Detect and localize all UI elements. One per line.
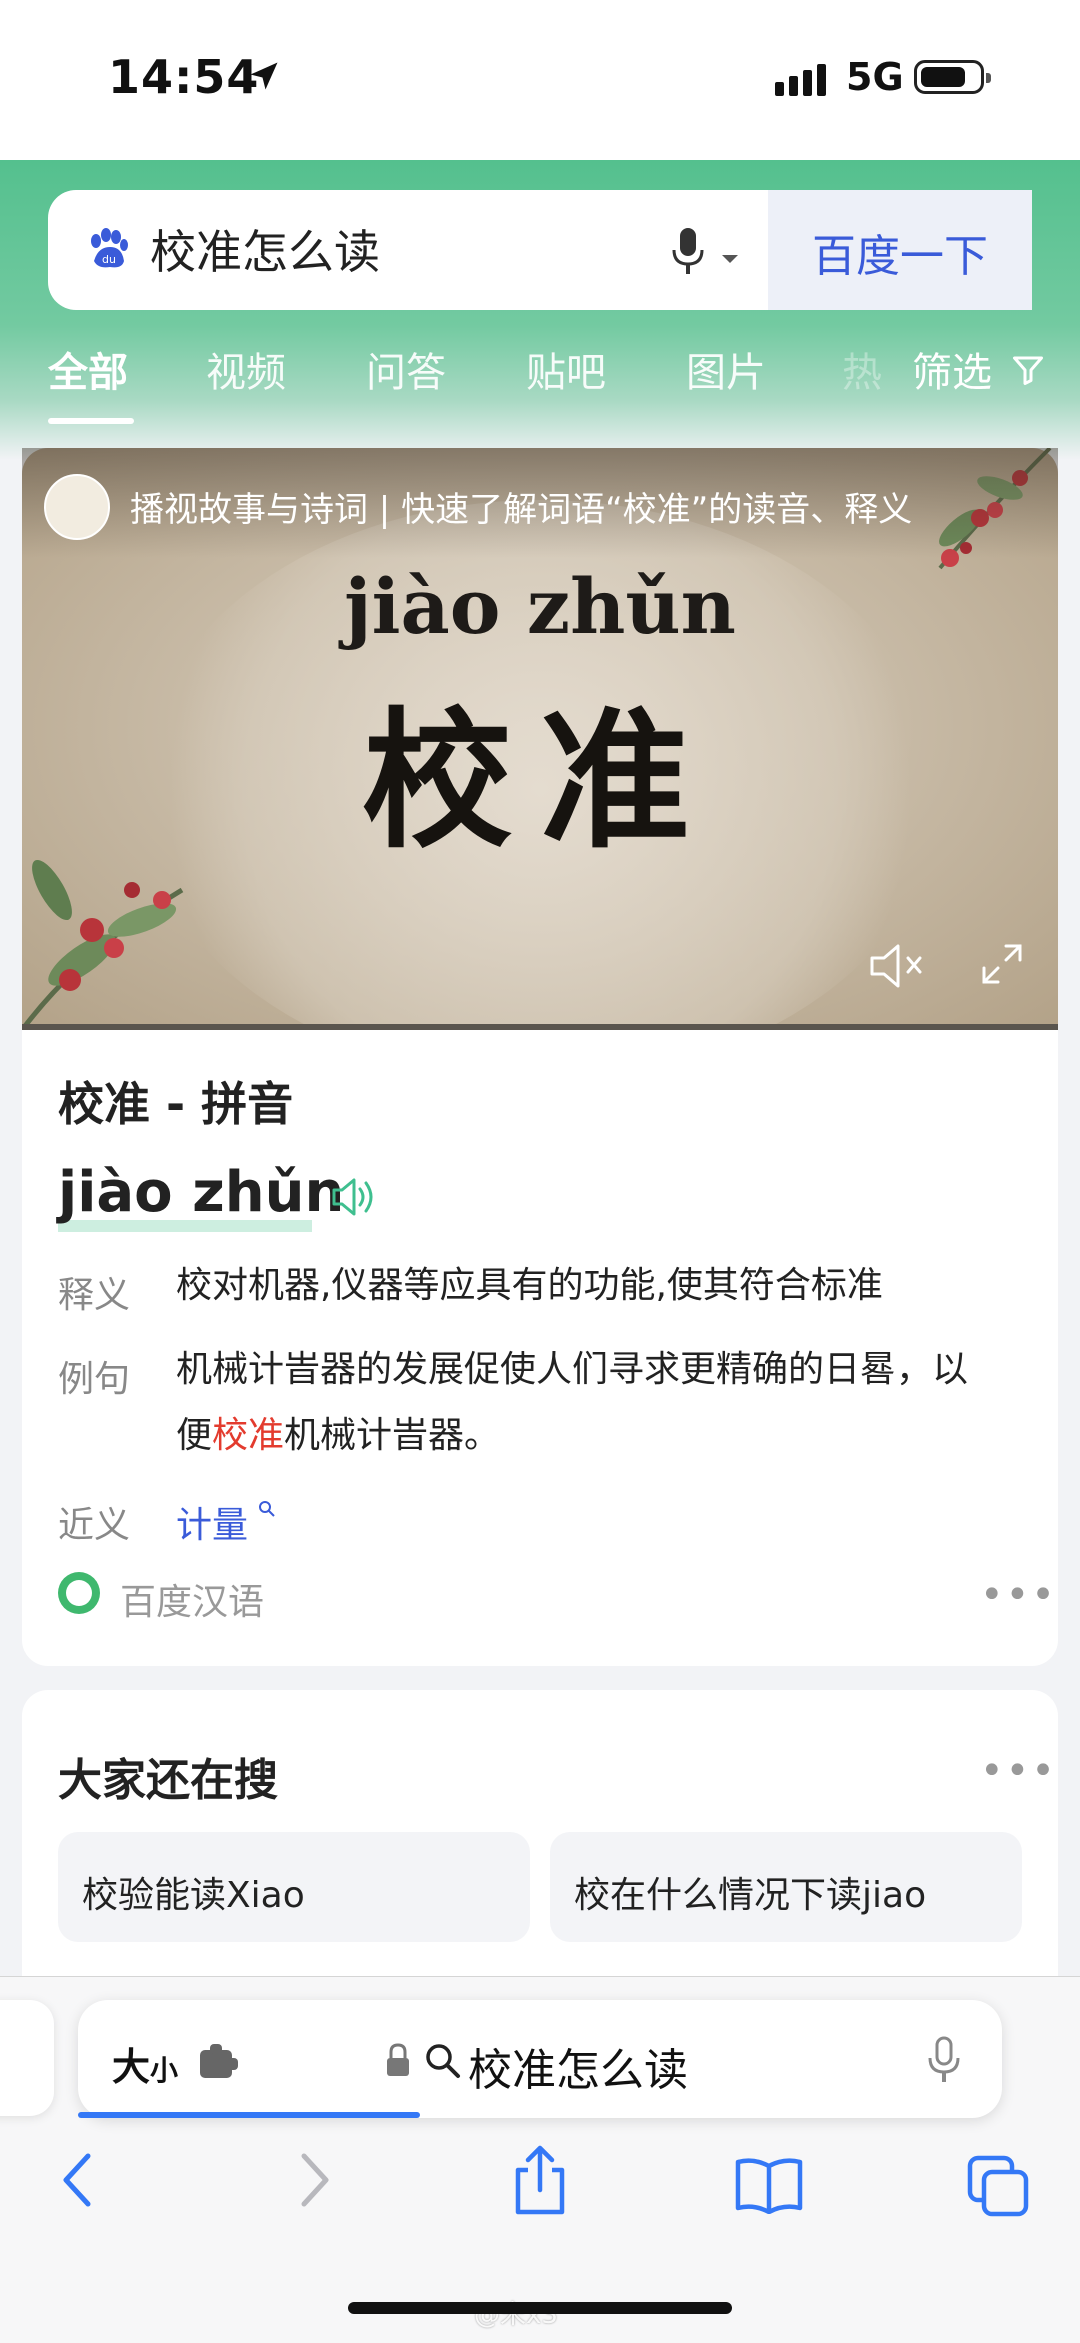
video-title[interactable]: 播视故事与诗词 | 快速了解词语“校准”的读音、释义 [130,482,912,531]
filter-funnel-icon[interactable] [1010,352,1046,392]
search-input[interactable]: 校准怎么读 [150,216,380,282]
svg-text:du: du [102,253,116,266]
bookmarks-icon[interactable] [734,2156,804,2218]
search-button-label[interactable]: 百度一下 [768,220,1032,284]
tabs-icon[interactable] [966,2154,1030,2222]
page-load-progress [78,2112,420,2118]
related-search-label[interactable]: 校验能读Xiao [82,1866,305,1918]
extension-icon[interactable] [196,2042,242,2086]
baidu-hanyu-logo-inner [66,1580,92,1606]
network-type: 5G [846,55,904,99]
related-search-label[interactable]: 校在什么情况下读jiao [574,1866,926,1918]
example-text-line2: 便校准机械计旹器。 [176,1415,501,1456]
synonym-link[interactable]: 计量 [176,1496,248,1548]
fullscreen-icon[interactable] [978,940,1026,992]
mute-icon[interactable] [868,940,928,996]
microphone-icon[interactable] [926,2036,962,2090]
definition-label: 释义 [58,1275,131,1316]
video-overlay-pinyin: jiào zhǔn [344,562,736,651]
tab-images[interactable]: 图片 [686,340,766,398]
search-icon [424,2042,462,2084]
more-options-icon[interactable]: ••• [980,1748,1057,1794]
lock-icon [384,2042,412,2084]
source-label[interactable]: 百度汉语 [120,1573,264,1625]
speaker-icon[interactable] [330,1174,380,1224]
address-bar-text[interactable]: 校准怎么读 [468,2034,688,2098]
example-highlight: 校准 [212,1415,285,1456]
tab-video[interactable]: 视频 [206,340,286,398]
tab-hot-partial[interactable]: 热 [842,340,882,398]
chevron-down-icon[interactable] [720,250,740,269]
tab-tieba[interactable]: 贴吧 [526,340,606,398]
voice-search-icon[interactable] [668,226,708,280]
video-overlay-hanzi: 校准 [361,693,718,869]
location-arrow-icon [246,58,282,98]
forward-icon[interactable] [294,2150,334,2214]
share-icon[interactable] [510,2144,570,2220]
status-time: 14:54 [108,50,260,104]
active-tab-indicator [48,418,134,424]
search-icon[interactable] [258,1500,276,1523]
related-searches-title: 大家还在搜 [58,1755,278,1806]
text-size-button[interactable]: 大小 [112,2036,178,2091]
filter-button[interactable]: 筛选 [912,340,992,398]
cellular-signal-icon [775,62,831,102]
dictionary-pinyin: jiào zhǔn [58,1160,345,1225]
more-options-icon[interactable]: ••• [980,1572,1057,1618]
definition-text: 校对机器,仪器等应具有的功能,使其符合标准 [176,1265,883,1306]
channel-avatar[interactable] [44,474,110,540]
previous-tab-peek[interactable] [0,2000,54,2116]
home-indicator[interactable] [348,2302,732,2314]
tab-all[interactable]: 全部 [48,340,128,398]
synonym-label: 近义 [58,1505,131,1546]
tab-qa[interactable]: 问答 [366,340,446,398]
back-icon[interactable] [58,2150,98,2214]
baidu-paw-icon: du [84,225,132,277]
example-label: 例句 [58,1359,131,1400]
dictionary-title[interactable]: 校准 - 拼音 [58,1068,293,1134]
example-text-line1: 机械计旹器的发展促使人们寻求更精确的日晷，以 [176,1349,969,1390]
battery-icon [914,60,991,94]
